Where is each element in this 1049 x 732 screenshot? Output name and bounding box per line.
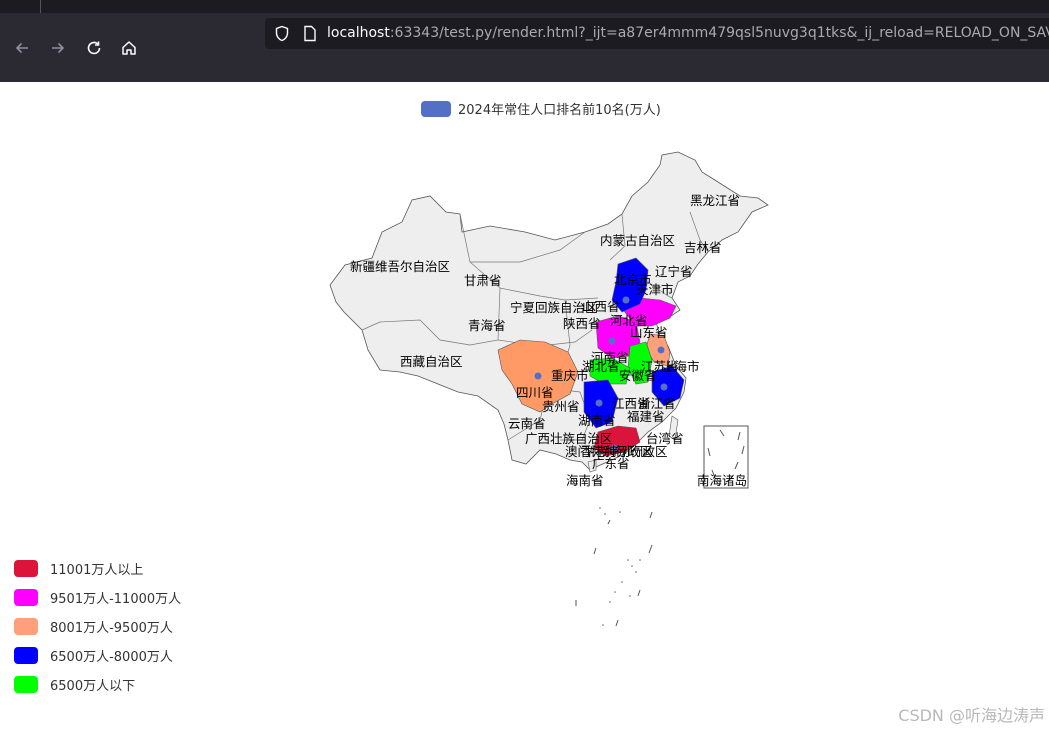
watermark: CSDN @听海边涛声	[898, 706, 1045, 725]
marker-henan	[608, 337, 616, 345]
label-shaanxi: 陕西省	[563, 316, 601, 331]
visual-map-swatch	[14, 618, 38, 635]
visual-map-label: 11001万人以上	[50, 563, 144, 578]
visual-map-swatch	[14, 560, 38, 577]
visual-map-item[interactable]: 6500万人-8000万人	[14, 641, 181, 670]
label-hainan: 海南省	[566, 473, 604, 488]
url-bar[interactable]: localhost:63343/test.py/render.html?_ijt…	[265, 18, 1049, 49]
visual-map-item[interactable]: 8001万人-9500万人	[14, 612, 181, 641]
reload-icon	[87, 41, 101, 55]
label-anhui: 安徽省	[619, 368, 657, 383]
label-jilin: 吉林省	[684, 240, 722, 255]
visual-map-item[interactable]: 11001万人以上	[14, 554, 181, 583]
home-icon	[122, 41, 136, 55]
label-hunan: 湖南省	[578, 413, 616, 428]
marker-sichuan	[534, 372, 542, 380]
visual-map-swatch	[14, 647, 38, 664]
label-sichuan: 四川省	[516, 385, 554, 400]
label-xizang: 西藏自治区	[400, 354, 463, 369]
tab-strip	[0, 0, 1049, 13]
back-arrow-icon	[15, 42, 28, 54]
visual-map-item[interactable]: 9501万人-11000万人	[14, 583, 181, 612]
forward-arrow-icon	[52, 42, 65, 54]
label-guizhou: 贵州省	[542, 399, 580, 414]
url-host: localhost	[327, 25, 390, 41]
label-yunnan: 云南省	[508, 416, 546, 431]
label-qinghai: 青海省	[468, 318, 506, 333]
visual-map-legend: 11001万人以上 9501万人-11000万人 8001万人-9500万人 6…	[14, 554, 181, 699]
label-chongqing: 重庆市	[551, 368, 589, 383]
label-gansu: 甘肃省	[464, 273, 502, 288]
island-dots	[599, 507, 641, 626]
label-tianjin: 天津市	[636, 282, 674, 297]
url-text[interactable]: localhost:63343/test.py/render.html?_ijt…	[327, 25, 1049, 41]
label-nanhai: 南海诸岛	[697, 473, 747, 488]
visual-map-label: 9501万人-11000万人	[50, 592, 182, 607]
label-xinjiang: 新疆维吾尔自治区	[350, 259, 450, 274]
back-button[interactable]	[10, 36, 34, 60]
tab-separator	[40, 0, 41, 13]
marker-shandong	[657, 346, 665, 354]
forward-button[interactable]	[46, 36, 70, 60]
visual-map-label: 6500万人-8000万人	[50, 650, 173, 665]
page-content: 2024年常住人口排名前10名(万人) 黑龙江省 吉林省 辽宁省 内蒙古自治区 …	[0, 82, 1049, 732]
marker-hunan	[595, 399, 603, 407]
page-icon	[304, 25, 316, 42]
shield-icon[interactable]	[274, 25, 290, 42]
label-ningxia: 宁夏回族自治区	[510, 300, 598, 315]
label-neimenggu: 内蒙古自治区	[600, 233, 675, 248]
visual-map-label: 6500万人以下	[50, 679, 136, 694]
label-macau: 澳门特别行政区	[565, 444, 653, 459]
browser-toolbar: localhost:63343/test.py/render.html?_ijt…	[0, 13, 1049, 82]
home-button[interactable]	[117, 36, 141, 60]
label-liaoning: 辽宁省	[655, 264, 693, 279]
visual-map-item[interactable]: 6500万人以下	[14, 670, 181, 699]
visual-map-swatch	[14, 676, 38, 693]
reload-button[interactable]	[82, 36, 106, 60]
label-heilongjiang: 黑龙江省	[690, 193, 740, 208]
url-path: :63343/test.py/render.html?_ijt=a87er4mm…	[389, 25, 1049, 41]
visual-map-swatch	[14, 589, 38, 606]
label-shanghai: 上海市	[662, 359, 700, 374]
marker-zhejiang	[660, 383, 668, 391]
visual-map-label: 8001万人-9500万人	[50, 621, 173, 636]
label-fujian: 福建省	[627, 409, 665, 424]
label-shandong: 山东省	[630, 325, 668, 340]
marker-hebei	[622, 296, 630, 304]
